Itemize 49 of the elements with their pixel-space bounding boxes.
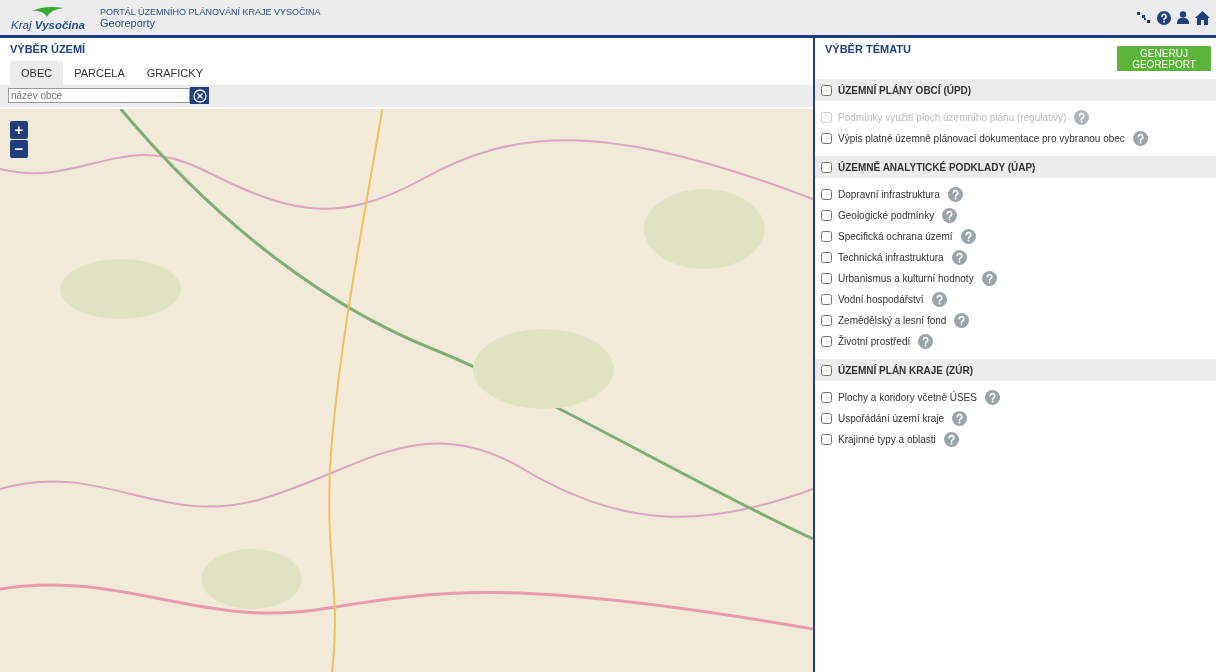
checkbox[interactable] [821,231,832,242]
nodes-icon[interactable] [1137,11,1151,24]
checkbox[interactable] [821,413,832,424]
layer-label: Geologické podmínky [838,210,935,221]
checkbox[interactable] [821,364,832,376]
layer-label: Vodní hospodářství [838,294,924,305]
section-heading: ÚZEMNÍ PLÁNY OBCÍ (ÚPD) [838,84,972,96]
checkbox[interactable] [821,336,832,347]
layer-label: Výpis platné územně plánovací dokumentace pro vybranou obec [838,133,1125,144]
layer-label: Zemědělský a lesní fond [838,315,947,326]
layer-label: Životní prostředí [838,336,911,347]
checkbox[interactable] [821,189,832,200]
zoom-in-button[interactable]: + [10,121,28,139]
layer-label: Uspořádání území kraje [838,413,945,424]
clear-icon [192,88,207,103]
layer-label: Technická infrastruktura [838,252,944,263]
zoom-out-button[interactable]: − [10,140,28,158]
map-placeholder[interactable]: + − [0,109,813,672]
checkbox[interactable] [821,133,832,144]
logo-text: Kraj Vysočina [11,19,85,31]
section-heading: ÚZEMNÍ PLÁN KRAJE (ZÚR) [838,364,973,376]
help-icon[interactable] [1157,10,1171,25]
panel-title: VÝBĚR ÚZEMÍ [9,42,87,55]
tab[interactable]: GRAFICKY [135,61,214,85]
layer-label: Specifická ochrana území [838,231,953,242]
checkbox[interactable] [821,392,832,403]
tab[interactable]: PARCELA [63,61,136,85]
checkbox[interactable] [821,315,832,326]
checkbox[interactable] [821,252,832,263]
layer-label: Krajinné typy a oblasti [838,434,936,445]
checkbox[interactable] [821,210,832,221]
layer-label: Dopravní infrastruktura [838,189,940,200]
home-icon[interactable] [1195,10,1210,25]
checkbox[interactable] [821,434,832,445]
panel-title: VÝBĚR TÉMATU [825,43,911,55]
layer-label: Plochy a koridory včetně ÚSES [838,392,977,403]
layer-label: Podmínky využití ploch územního plánu (regulativy) [838,112,1067,123]
checkbox[interactable] [821,273,832,284]
user-icon[interactable] [1177,11,1189,24]
portal-title: PORTÁL ÚZEMNÍHO PLÁNOVÁNÍ KRAJE VYSOČINA [100,7,321,17]
section-heading: ÚZEMNĚ ANALYTICKÉ PODKLADY (ÚAP) [838,161,1036,173]
checkbox[interactable] [821,294,832,305]
layer-label: Urbanismus a kulturní hodnoty [838,273,974,284]
page-subtitle: Georeporty [100,17,157,29]
checkbox[interactable] [821,84,832,96]
search-field[interactable]: název obce [8,88,190,103]
tab[interactable]: OBEC [10,61,64,85]
checkbox[interactable] [821,161,832,173]
clear-button[interactable] [190,87,209,104]
